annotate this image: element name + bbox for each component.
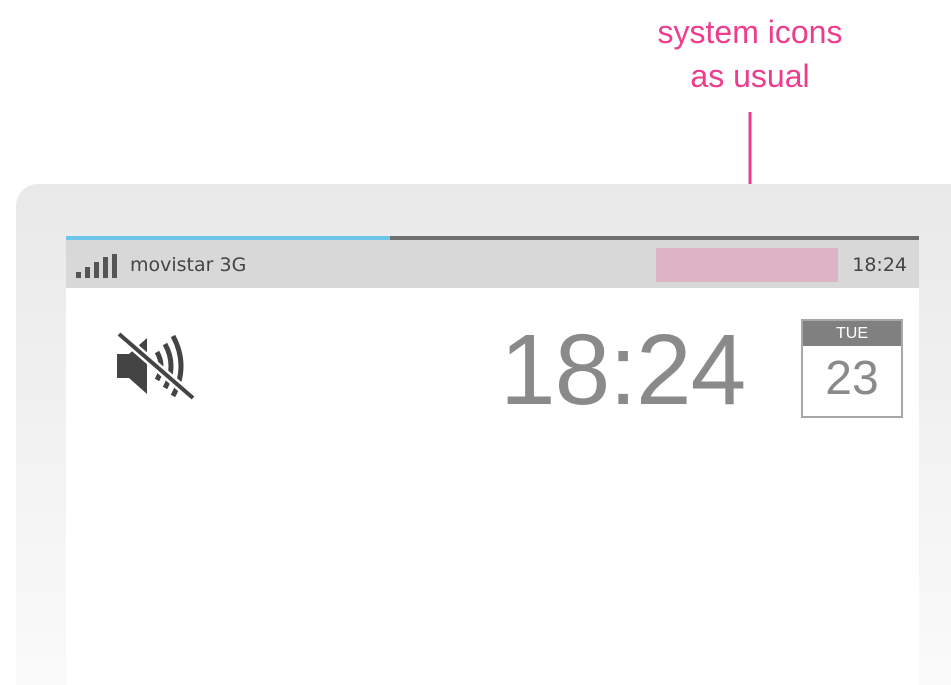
carrier-label: movistar 3G [130,254,247,276]
sound-muted-icon[interactable] [111,328,201,404]
annotation-line-1: system icons [657,14,843,50]
calendar-widget[interactable]: TUE 23 [801,319,903,418]
stage: system icons as usual movistar 3G 18:24 [0,0,951,685]
calendar-date: 23 [825,352,879,405]
lockscreen: movistar 3G 18:24 18:24 TUE 23 [66,236,919,685]
annotation-callout: system icons as usual [610,10,890,98]
calendar-day: TUE [803,321,901,346]
system-icons-placeholder [656,248,838,282]
lockscreen-clock: 18:24 [500,314,746,426]
signal-strength-icon [76,254,117,278]
annotation-line-2: as usual [690,58,810,94]
status-clock: 18:24 [852,254,907,276]
status-bar: movistar 3G 18:24 [66,240,919,288]
